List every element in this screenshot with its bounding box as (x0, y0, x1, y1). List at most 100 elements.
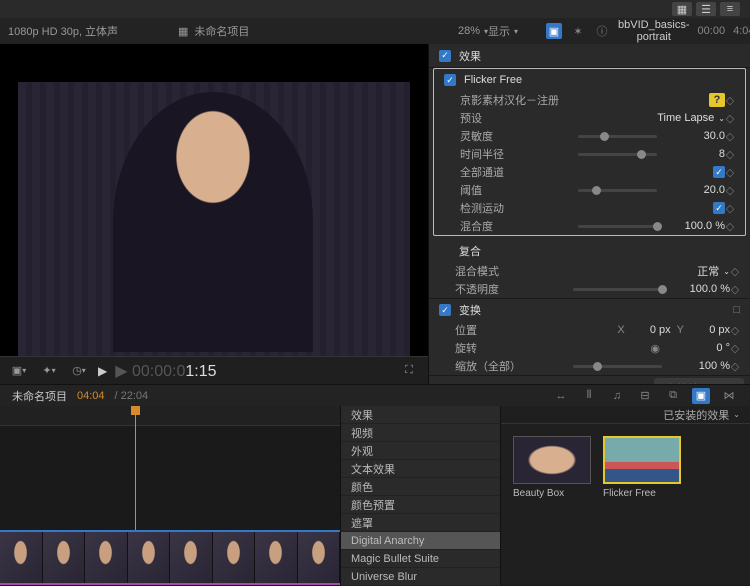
effects-header: ✓ 效果 (429, 44, 750, 68)
timecode-display[interactable]: ▶ 00:00:01:15 (115, 361, 216, 381)
save-preset-button[interactable]: 存储效果预置 (654, 378, 744, 384)
layout-grid-icon[interactable]: ▦ (672, 2, 692, 16)
blend-mode-label: 混合模式 (455, 263, 565, 279)
flicker-enable-checkbox[interactable]: ✓ (444, 74, 456, 86)
rotation-dial-icon[interactable]: ◉ (650, 342, 660, 355)
opacity-label: 不透明度 (455, 281, 565, 297)
threshold-value[interactable]: 20.0 (665, 184, 725, 196)
effect-name: Beauty Box (513, 488, 591, 499)
effect-item[interactable]: Flicker Free (603, 436, 681, 573)
preset-label: 预设 (460, 110, 570, 126)
threshold-label: 阈值 (460, 182, 570, 198)
reg-badge-icon[interactable]: ? (709, 93, 725, 107)
clip-thumb[interactable] (43, 532, 86, 583)
transform-title: 变换 (459, 302, 481, 318)
sensitivity-value[interactable]: 30.0 (665, 130, 725, 142)
wand-icon[interactable]: ✶ (570, 23, 586, 39)
timeline-duration: 04:04 (77, 390, 105, 402)
clip-thumb[interactable] (298, 532, 341, 583)
clip-thumb[interactable] (255, 532, 298, 583)
scale-slider[interactable] (573, 365, 662, 368)
category-item[interactable]: 颜色预置 (341, 496, 500, 514)
clip-thumb[interactable] (0, 532, 43, 583)
solo-icon[interactable]: ♫ (608, 388, 626, 404)
timeline-header: 未命名项目 04:04 / 22:04 ↔ ⫴ ♫ ⊟ ⧉ ▣ ⋈ (0, 384, 750, 406)
skimming-icon[interactable]: ↔ (552, 388, 570, 404)
project-name[interactable]: 未命名项目 (194, 23, 249, 39)
category-item[interactable]: 文本效果 (341, 460, 500, 478)
opacity-slider[interactable] (573, 288, 662, 291)
transport-bar: ▣▾ ✦▾ ◷▾ ▶ ▶ 00:00:01:15 ⛶ (0, 356, 428, 384)
effect-item[interactable]: Beauty Box (513, 436, 591, 573)
effect-thumb[interactable] (513, 436, 591, 484)
timeline-ruler[interactable] (0, 406, 340, 426)
flicker-free-section: ✓ Flicker Free 京影素材汉化－注册 ? ◇ 预设 Time Lap… (433, 68, 746, 236)
transform-reset-icon[interactable]: □ (733, 304, 740, 316)
category-item[interactable]: Magic Bullet Suite (341, 550, 500, 568)
clip-track[interactable] (0, 530, 340, 585)
flicker-title: Flicker Free (464, 74, 522, 86)
info-icon[interactable]: ⓘ (594, 23, 610, 39)
play-button[interactable]: ▶ (98, 364, 107, 378)
blend-value[interactable]: 100.0 % (665, 220, 725, 232)
all-channels-label: 全部通道 (460, 164, 570, 180)
category-item[interactable]: 遮罩 (341, 514, 500, 532)
time-radius-label: 时间半径 (460, 146, 570, 162)
timeline-project[interactable]: 未命名项目 (12, 388, 67, 404)
effects-checkbox[interactable]: ✓ (439, 50, 451, 62)
opacity-value[interactable]: 100.0 % (670, 283, 730, 295)
category-item[interactable]: Digital Anarchy (341, 532, 500, 550)
view-options-icon[interactable]: ▣▾ (8, 362, 30, 380)
clip-thumb[interactable] (170, 532, 213, 583)
layout-filmstrip-icon[interactable]: ≡ (720, 2, 740, 16)
app-toolbar: ▦ ☰ ≡ (0, 0, 750, 18)
display-menu[interactable]: 显示▾ (488, 23, 538, 39)
transform-section: ✓ 变换 □ 位置 X 0 px Y 0 px ◇ 旋转 ◉ 0 ° ◇ (429, 299, 750, 376)
blend-mode-dropdown[interactable]: 正常⌄ (697, 263, 730, 279)
category-item[interactable]: 颜色 (341, 478, 500, 496)
time-radius-slider[interactable] (578, 153, 657, 156)
inspector-panel: ✓ 效果 ✓ Flicker Free 京影素材汉化－注册 ? ◇ 预设 Tim… (428, 44, 750, 384)
category-item[interactable]: 效果 (341, 406, 500, 424)
format-label: 1080p HD 30p, 立体声 (8, 23, 178, 39)
clip-title: bbVID_basics-portrait (618, 19, 690, 43)
clip-thumb[interactable] (128, 532, 171, 583)
threshold-slider[interactable] (578, 189, 657, 192)
blend-slider[interactable] (578, 225, 657, 228)
time-radius-value[interactable]: 8 (665, 148, 725, 160)
video-inspector-icon[interactable]: ▣ (546, 23, 562, 39)
detect-motion-checkbox[interactable]: ✓ (713, 202, 725, 214)
rotation-value[interactable]: 0 ° (670, 342, 730, 354)
effect-thumb[interactable] (603, 436, 681, 484)
timeline[interactable] (0, 406, 340, 585)
preset-dropdown[interactable]: Time Lapse⌄ (657, 112, 725, 124)
pos-x-value[interactable]: 0 px (631, 324, 671, 336)
sensitivity-slider[interactable] (578, 135, 657, 138)
layout-list-icon[interactable]: ☰ (696, 2, 716, 16)
category-item[interactable]: Universe Blur (341, 568, 500, 586)
audio-skim-icon[interactable]: ⫴ (580, 388, 598, 404)
installed-effects-dropdown[interactable]: 已安装的效果 (663, 407, 729, 423)
composite-section: 复合 混合模式 正常⌄ ◇ 不透明度 100.0 % ◇ (429, 240, 750, 299)
rotation-label: 旋转 (455, 340, 565, 356)
retime-tool-icon[interactable]: ◷▾ (68, 362, 90, 380)
effect-name: Flicker Free (603, 488, 681, 499)
category-item[interactable]: 外观 (341, 442, 500, 460)
scale-value[interactable]: 100 % (670, 360, 730, 372)
transitions-browser-icon[interactable]: ⋈ (720, 388, 738, 404)
fullscreen-icon[interactable]: ⛶ (398, 362, 420, 380)
blend-label: 混合度 (460, 218, 570, 234)
all-channels-checkbox[interactable]: ✓ (713, 166, 725, 178)
snap-icon[interactable]: ⊟ (636, 388, 654, 404)
index-icon[interactable]: ⧉ (664, 388, 682, 404)
clip-thumb[interactable] (85, 532, 128, 583)
transform-tool-icon[interactable]: ✦▾ (38, 362, 60, 380)
zoom-control[interactable]: 28%▾ (428, 25, 488, 37)
transform-checkbox[interactable]: ✓ (439, 304, 451, 316)
effects-browser-icon[interactable]: ▣ (692, 388, 710, 404)
category-item[interactable]: 视频 (341, 424, 500, 442)
viewer-canvas[interactable] (18, 82, 410, 356)
pos-y-value[interactable]: 0 px (690, 324, 730, 336)
clip-thumb[interactable] (213, 532, 256, 583)
position-label: 位置 (455, 322, 565, 338)
